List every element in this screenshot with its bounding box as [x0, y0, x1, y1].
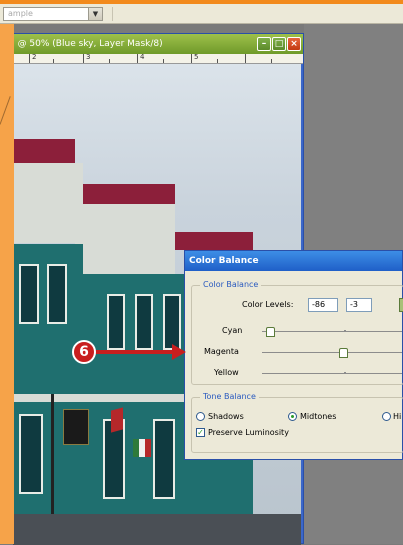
options-divider: [112, 7, 113, 21]
building-window: [135, 294, 153, 350]
building-trim: [75, 204, 175, 274]
midtones-label[interactable]: Midtones: [300, 412, 336, 421]
step-arrow: [94, 350, 174, 354]
roof: [13, 139, 75, 163]
building-window: [19, 264, 39, 324]
slider-label-cyan: Cyan: [222, 326, 243, 335]
group-legend: Color Balance: [200, 280, 262, 289]
group-legend: Tone Balance: [200, 392, 259, 401]
flag: [145, 439, 151, 457]
preserve-luminosity-checkbox[interactable]: ✓: [196, 428, 205, 437]
chevron-down-icon[interactable]: ▼: [88, 8, 102, 20]
ruler-label: 5: [194, 53, 199, 61]
options-bar: ample ▼: [0, 4, 403, 24]
building-trim: [13, 163, 83, 243]
slider-midpoint: [344, 372, 346, 374]
color-balance-dialog[interactable]: Color Balance Color Balance Color Levels…: [184, 250, 403, 460]
maximize-button[interactable]: □: [272, 37, 286, 51]
slider-label-yellow: Yellow: [214, 368, 239, 377]
ruler-label: 3: [86, 53, 91, 61]
cyan-red-slider[interactable]: [262, 331, 402, 332]
ruler-label: 4: [140, 53, 145, 61]
midtones-radio[interactable]: [288, 412, 297, 421]
highlights-label[interactable]: Hi: [393, 412, 401, 421]
step-arrow-head: [172, 344, 186, 360]
sample-dropdown[interactable]: ample ▼: [3, 7, 103, 21]
dialog-title[interactable]: Color Balance: [185, 251, 402, 271]
slider-label-magenta: Magenta: [204, 347, 239, 356]
roof: [173, 232, 253, 250]
minimize-button[interactable]: –: [257, 37, 271, 51]
document-title: d @ 50% (Blue sky, Layer Mask/8): [9, 39, 163, 49]
sample-dropdown-value: ample: [8, 9, 33, 18]
street-lamp: [51, 394, 54, 514]
building-window: [107, 294, 125, 350]
yellow-blue-slider[interactable]: [262, 373, 402, 374]
flag: [111, 407, 123, 433]
building-window: [163, 294, 181, 350]
tone-balance-group: Tone Balance Shadows Midtones Hi ✓ Prese…: [191, 392, 403, 453]
step-number-badge: 6: [72, 340, 96, 364]
window-controls: – □ ×: [257, 37, 301, 51]
street: [13, 514, 301, 545]
building-window: [19, 414, 43, 494]
color-levels-label: Color Levels:: [242, 300, 294, 309]
close-button[interactable]: ×: [287, 37, 301, 51]
roof: [75, 184, 175, 204]
building-window: [47, 264, 67, 324]
document-titlebar[interactable]: d @ 50% (Blue sky, Layer Mask/8) – □ ×: [5, 34, 303, 54]
callout-leader-line: [0, 96, 11, 125]
shadows-label[interactable]: Shadows: [208, 412, 244, 421]
level-yellow-blue-input[interactable]: [399, 298, 403, 312]
shadows-radio[interactable]: [196, 412, 205, 421]
highlights-radio[interactable]: [382, 412, 391, 421]
preserve-luminosity-label[interactable]: Preserve Luminosity: [208, 428, 289, 437]
cyan-red-slider-thumb[interactable]: [266, 327, 275, 337]
slider-midpoint: [344, 330, 346, 332]
magenta-green-slider-thumb[interactable]: [339, 348, 348, 358]
ruler-label: 2: [32, 53, 37, 61]
page-margin-strip: [0, 24, 14, 544]
level-magenta-green-input[interactable]: -3: [346, 298, 372, 312]
level-cyan-red-input[interactable]: -86: [308, 298, 338, 312]
color-balance-group: Color Balance Color Levels: -86 -3 Cyan …: [191, 280, 403, 385]
building-window: [153, 419, 175, 499]
hanging-sign: [63, 409, 89, 445]
horizontal-ruler: 2 3 4 5: [5, 53, 303, 64]
magenta-green-slider[interactable]: [262, 352, 402, 353]
